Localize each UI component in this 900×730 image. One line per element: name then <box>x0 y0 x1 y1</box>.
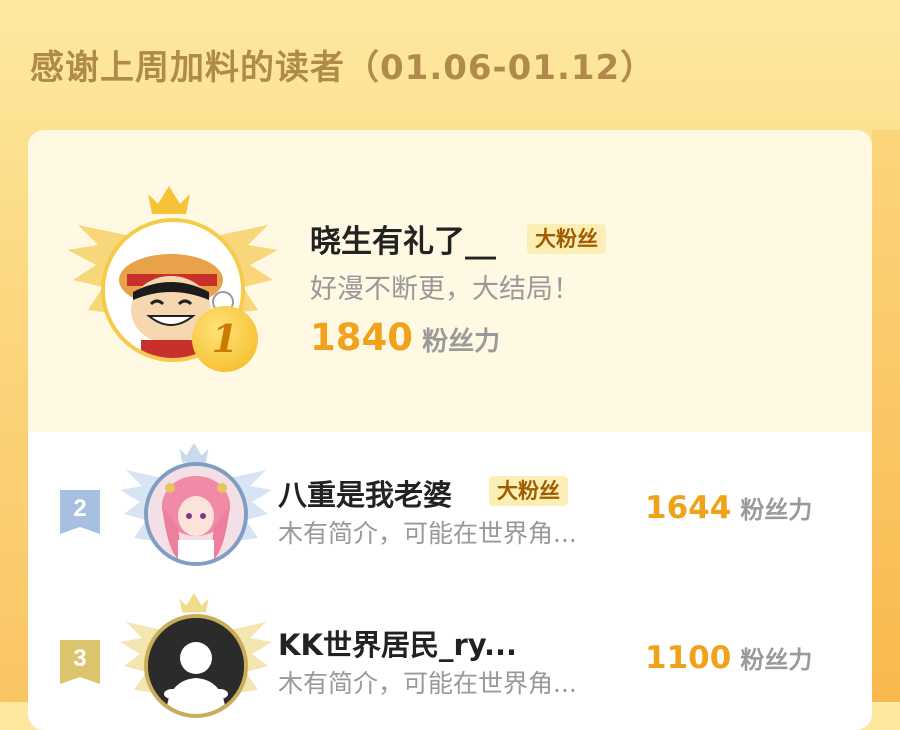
fan-badge: 大粉丝 <box>527 224 606 254</box>
reader-bio: 木有简介，可能在世界角... <box>278 669 577 698</box>
fan-power-score: 1644 粉丝力 <box>645 490 812 526</box>
score-unit: 粉丝力 <box>740 496 813 524</box>
rank-2-tag-icon: 2 <box>60 490 100 534</box>
rank-1-medal-icon: 1 <box>192 306 258 372</box>
crown-icon <box>179 592 209 613</box>
score-unit: 粉丝力 <box>740 646 813 674</box>
score-value: 1840 <box>310 316 413 359</box>
score-unit: 粉丝力 <box>422 327 501 357</box>
reader-name[interactable]: 八重是我老婆 <box>278 472 452 514</box>
reader-ranking-board: 1 晓生有礼了__ 大粉丝 好漫不断更，大结局！ 1840 粉丝力 2 八重是我… <box>28 130 872 730</box>
crown-icon <box>148 186 190 214</box>
rank-3-tag-icon: 3 <box>60 640 100 684</box>
background-stripe <box>872 130 900 702</box>
avatar[interactable] <box>144 462 248 566</box>
reader-bio: 好漫不断更，大结局！ <box>310 274 580 305</box>
fan-badge: 大粉丝 <box>489 476 568 506</box>
reader-name[interactable]: KK世界居民_ry... <box>278 622 517 664</box>
page-title: 感谢上周加料的读者（01.06-01.12） <box>30 48 656 88</box>
fan-power-score: 1100 粉丝力 <box>645 640 812 676</box>
ranking-entry-1[interactable]: 1 晓生有礼了__ 大粉丝 好漫不断更，大结局！ 1840 粉丝力 <box>28 130 872 432</box>
fan-power-score: 1840 粉丝力 <box>310 316 500 359</box>
reader-name[interactable]: 晓生有礼了__ <box>310 216 496 261</box>
default-avatar-icon <box>148 618 244 714</box>
reader-bio: 木有简介，可能在世界角... <box>278 519 577 548</box>
ranking-entry-3[interactable]: 3 KK世界居民_ry... 木有简介，可能在世界角... 1100 粉丝力 <box>28 582 872 730</box>
avatar[interactable] <box>144 614 248 718</box>
ranking-entry-2[interactable]: 2 八重是我老婆 大粉丝 木有简介，可能在世界角... 1644 粉丝力 <box>28 432 872 582</box>
score-value: 1100 <box>645 640 732 676</box>
score-value: 1644 <box>645 490 732 526</box>
avatar-image <box>148 466 244 562</box>
crown-icon <box>179 442 209 463</box>
rank-number: 1 <box>211 316 239 361</box>
